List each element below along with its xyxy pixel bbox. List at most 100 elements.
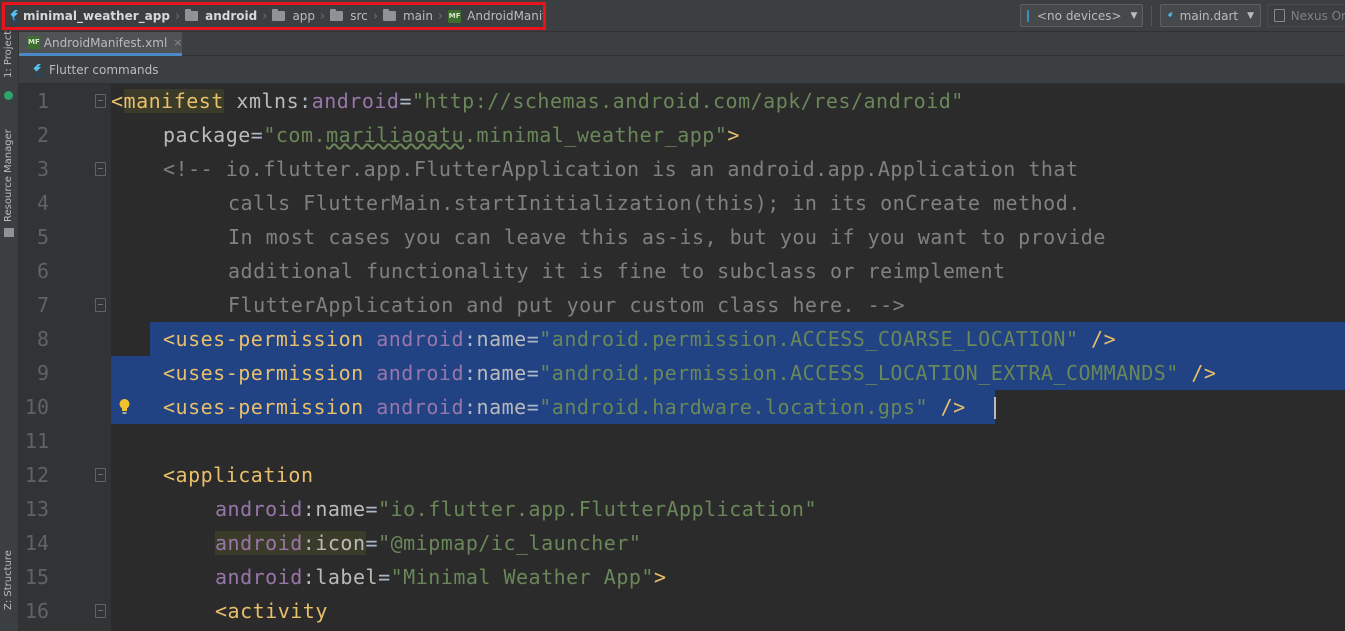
- code-line: 11: [19, 424, 1345, 458]
- code-line: 13 android:name="io.flutter.app.FlutterA…: [19, 492, 1345, 526]
- token: "android.hardware.location.gps": [539, 395, 929, 419]
- code-line: 15 android:label="Minimal Weather App">: [19, 560, 1345, 594]
- structure-panel-tab[interactable]: Z: Structure: [3, 550, 14, 610]
- token: "http://schemas.android.com/apk/res/andr…: [412, 89, 964, 113]
- run-config-selector[interactable]: main.dart ▼: [1160, 4, 1261, 27]
- comment-text: additional functionality it is fine to s…: [228, 259, 1006, 283]
- token: />: [1178, 361, 1217, 385]
- chevron-down-icon: ▼: [1247, 10, 1254, 21]
- code-line: 2 package="com.mariliaoatu.minimal_weath…: [19, 118, 1345, 152]
- breadcrumb-item-app[interactable]: app: [272, 9, 317, 23]
- comment-text: calls FlutterMain.startInitialization(th…: [228, 191, 1081, 215]
- token: =: [399, 89, 413, 113]
- code-line: 9 <uses-permission android:name="android…: [19, 356, 1345, 390]
- token: <uses-permission: [163, 327, 364, 351]
- line-number: 6: [36, 259, 49, 283]
- chevron-right-icon: ›: [437, 8, 444, 24]
- line-number: 4: [36, 191, 49, 215]
- line-number: 11: [24, 429, 49, 453]
- token: name: [476, 361, 527, 385]
- chevron-right-icon: ›: [372, 8, 378, 24]
- token: package: [163, 123, 251, 147]
- breadcrumb-item-android[interactable]: android: [185, 9, 259, 23]
- token: =: [365, 531, 379, 555]
- close-icon[interactable]: ×: [173, 36, 182, 49]
- breadcrumb-item-manifest[interactable]: MF AndroidManifest.xml: [448, 9, 543, 23]
- line-number: 14: [24, 531, 49, 555]
- fold-marker-icon[interactable]: [95, 94, 106, 108]
- resource-manager-tab[interactable]: Resource Manager: [3, 129, 14, 222]
- token: :: [463, 327, 477, 351]
- line-number: 10: [24, 395, 49, 419]
- token: android: [363, 361, 464, 385]
- fold-marker-icon[interactable]: [95, 298, 106, 312]
- token: =: [250, 123, 264, 147]
- breadcrumb-item-main[interactable]: main: [382, 9, 435, 23]
- fold-marker-icon[interactable]: [95, 604, 106, 618]
- device-selector[interactable]: <no devices> ▼: [1020, 4, 1143, 27]
- android-icon: [4, 91, 13, 100]
- manifest-file-icon: MF: [448, 9, 462, 23]
- line-number: 16: [24, 599, 49, 623]
- run-config-label: main.dart: [1179, 8, 1239, 23]
- fold-marker-icon[interactable]: [95, 468, 106, 482]
- line-number: 9: [36, 361, 49, 385]
- line-number: 5: [36, 225, 49, 249]
- flutter-icon: [33, 63, 41, 76]
- token: />: [928, 395, 966, 419]
- token: android: [311, 89, 400, 113]
- code-line: 14 android:icon="@mipmap/ic_launcher": [19, 526, 1345, 560]
- code-editor[interactable]: 1 <manifest xmlns:android="http://schema…: [19, 84, 1345, 631]
- token: icon: [315, 531, 366, 555]
- token: name: [315, 497, 366, 521]
- flutter-commands-link[interactable]: Flutter commands: [49, 63, 159, 77]
- chevron-right-icon: ›: [174, 8, 181, 24]
- emulator-label: Nexus Or: [1290, 8, 1345, 23]
- breadcrumb-item-project[interactable]: minimal_weather_app: [9, 9, 172, 23]
- token: android: [215, 531, 303, 555]
- lightbulb-icon[interactable]: [119, 398, 130, 416]
- fold-marker-icon[interactable]: [95, 162, 106, 176]
- token: android: [215, 497, 303, 521]
- comment-text: <!-- io.flutter.app.FlutterApplication i…: [163, 157, 1079, 181]
- token: >: [653, 565, 667, 589]
- token: :: [302, 565, 316, 589]
- project-panel-tab[interactable]: 1: Project: [3, 31, 14, 78]
- token: :: [463, 361, 477, 385]
- breadcrumb-label: android: [205, 9, 258, 23]
- code-line: 3 <!-- io.flutter.app.FlutterApplication…: [19, 152, 1345, 186]
- code-line: 10 <uses-permission android:name="androi…: [19, 390, 1345, 424]
- code-text: <uses-permission android:name="android.p…: [163, 322, 1116, 356]
- text-cursor: [994, 397, 996, 419]
- code-line: 12 <application: [19, 458, 1345, 492]
- breadcrumb-item-src[interactable]: src: [330, 9, 370, 23]
- token: xmlns: [223, 89, 300, 113]
- flutter-commands-bar: Flutter commands: [19, 56, 1345, 84]
- code-text: <manifest xmlns:android="http://schemas.…: [111, 84, 964, 118]
- chevron-right-icon: ›: [320, 8, 326, 24]
- code-line: 5 In most cases you can leave this as-is…: [19, 220, 1345, 254]
- spelling-warning[interactable]: mariliaoatu: [326, 123, 464, 147]
- emulator-selector[interactable]: Nexus Or: [1267, 4, 1345, 27]
- code-line: 16 <activity: [19, 594, 1345, 628]
- token: =: [526, 361, 540, 385]
- token: android: [363, 395, 464, 419]
- code-line: 8 <uses-permission android:name="android…: [19, 322, 1345, 356]
- breadcrumb-label: minimal_weather_app: [23, 9, 170, 23]
- editor-tab-bar: MF AndroidManifest.xml ×: [19, 32, 1345, 56]
- tab-android-manifest[interactable]: MF AndroidManifest.xml ×: [19, 32, 183, 56]
- token: name: [476, 395, 527, 419]
- token: />: [1078, 327, 1117, 351]
- line-number: 8: [36, 327, 49, 351]
- folder-icon: [272, 9, 286, 21]
- folder-icon: [382, 9, 396, 21]
- folder-icon: [330, 9, 344, 21]
- line-number: 12: [24, 463, 49, 487]
- highlighted-attribute: android:icon: [215, 531, 366, 555]
- line-number: 7: [36, 293, 49, 317]
- token: android: [363, 327, 464, 351]
- chevron-right-icon: ›: [262, 8, 268, 24]
- token: =: [378, 565, 391, 589]
- resource-icon: [4, 228, 14, 237]
- code-line: 7 FlutterApplication and put your custom…: [19, 288, 1345, 322]
